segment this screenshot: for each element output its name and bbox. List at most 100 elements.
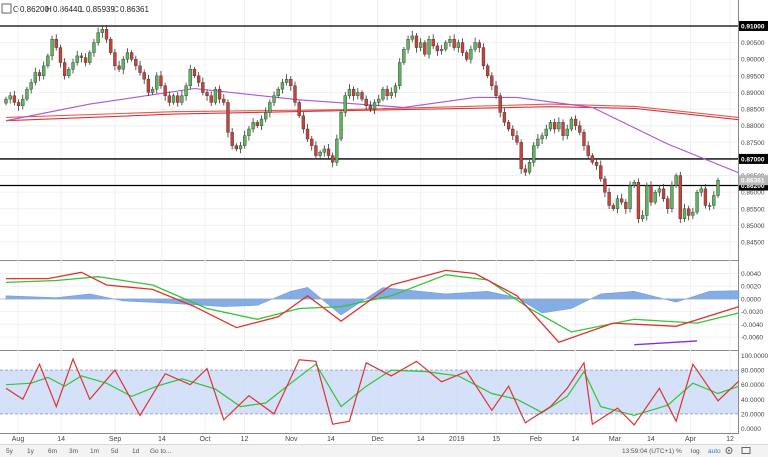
scale-option-button[interactable]: log — [691, 448, 700, 455]
candle-body — [473, 42, 477, 50]
candle-body — [716, 180, 720, 196]
candle-body — [519, 142, 523, 170]
y-tick-label: 0.90500 — [741, 40, 765, 47]
candle-body — [565, 128, 569, 136]
candle-body — [599, 165, 603, 180]
y-tick-label: 0.0020 — [741, 284, 761, 291]
y-tick-label: 60.0000 — [741, 382, 765, 389]
candle-body — [129, 52, 134, 60]
candle-body — [314, 145, 318, 156]
candle-body — [230, 132, 234, 146]
y-tick-label: 0.85000 — [741, 223, 765, 230]
range-button[interactable]: 1y — [27, 448, 35, 455]
candle-body — [121, 59, 125, 70]
candle-body — [485, 65, 490, 77]
scale-option-button[interactable]: auto — [708, 448, 721, 455]
candle-body — [544, 128, 548, 136]
candle-body — [62, 62, 67, 77]
candle-body — [703, 188, 708, 206]
range-button[interactable]: 1m — [90, 448, 99, 455]
candle-body — [104, 29, 109, 40]
y-tick-label: -0.0040 — [741, 322, 763, 329]
range-button[interactable]: 5y — [6, 448, 14, 455]
range-button[interactable]: 1d — [132, 448, 140, 455]
last-price-label: 0.86361 — [741, 178, 765, 185]
x-tick-label: Sep — [109, 436, 122, 443]
candle-body — [624, 201, 628, 209]
candle-body — [653, 191, 657, 203]
candle-body — [297, 102, 301, 116]
candle-body — [301, 115, 306, 130]
level-label: 0.87000 — [741, 156, 765, 163]
candle-body — [255, 122, 259, 126]
candle-body — [527, 162, 532, 173]
ohlc-h-value: 0.86440 — [53, 5, 82, 14]
candle-body — [197, 75, 201, 83]
candle-body — [423, 42, 427, 55]
candle-body — [238, 145, 243, 150]
range-button[interactable]: 3m — [69, 448, 78, 455]
candle-body — [452, 39, 456, 48]
candle-body — [159, 75, 163, 87]
candle-body — [511, 128, 515, 136]
ohlc-header: O 0.86200 H 0.86440 L 0.85939 C 0.86361 — [1, 3, 149, 14]
x-tick-label: 14 — [57, 436, 65, 443]
candle-body — [184, 85, 188, 96]
candle-body — [536, 138, 540, 146]
candle-body — [209, 95, 213, 103]
candle-body — [439, 49, 444, 52]
candle-body — [37, 72, 42, 77]
candle-body — [548, 122, 553, 130]
candle-body — [180, 95, 184, 103]
candle-body — [661, 188, 666, 200]
range-button[interactable]: 6m — [48, 448, 57, 455]
candle-body — [456, 42, 460, 48]
x-tick-label: 14 — [571, 436, 579, 443]
candle-body — [691, 211, 695, 216]
candle-body — [42, 65, 46, 77]
candle-body — [222, 98, 226, 103]
candle-body — [490, 75, 494, 87]
candle-body — [79, 55, 84, 58]
range-button[interactable]: 5d — [111, 448, 119, 455]
candle-body — [109, 39, 113, 53]
bottom-toolbar: 5y 1y 6m 3m 1m 5d 1d Go to... 13:59:04 (UTC+1)% l… — [0, 444, 768, 457]
trading-chart[interactable]: O 0.86200 H 0.86440 L 0.85939 C 0.86361 … — [0, 0, 768, 457]
candle-body — [586, 145, 590, 156]
candle-body — [339, 112, 343, 140]
candle-body — [670, 185, 674, 209]
scale-option-button[interactable]: % — [676, 448, 682, 455]
candle-body — [687, 208, 691, 216]
candle-body — [699, 188, 703, 193]
candle-body — [50, 39, 54, 57]
range-button[interactable]: Go to... — [150, 448, 172, 455]
candle-body — [569, 118, 574, 130]
candle-body — [611, 205, 615, 209]
timezone-label[interactable]: 13:59:04 (UTC+1) — [622, 448, 674, 455]
candle-body — [364, 98, 368, 106]
candle-body — [331, 155, 335, 163]
level-label: 0.91000 — [741, 23, 765, 30]
candle-body — [310, 138, 314, 146]
candle-body — [213, 88, 218, 103]
x-tick-label: Oct — [200, 436, 211, 443]
candle-body — [573, 118, 578, 126]
candle-body — [393, 85, 398, 93]
candle-body — [632, 181, 636, 186]
candle-body — [682, 208, 687, 219]
candle-body — [678, 175, 682, 219]
y-tick-label: 0.89000 — [741, 90, 765, 97]
y-tick-label: 100.0000 — [741, 353, 768, 360]
x-tick-label: 12 — [726, 436, 734, 443]
x-tick-label: 15 — [492, 436, 500, 443]
candle-body — [657, 188, 662, 193]
candle-body — [351, 88, 356, 96]
y-tick-label: -0.0020 — [741, 309, 763, 316]
candle-body — [695, 191, 699, 213]
ohlc-c-value: 0.86361 — [120, 5, 149, 14]
candle-body — [142, 72, 146, 80]
ohlc-c-label: C — [113, 5, 119, 14]
candle-body — [553, 122, 557, 130]
candle-body — [25, 88, 29, 100]
ohlc-h-label: H — [46, 5, 52, 14]
